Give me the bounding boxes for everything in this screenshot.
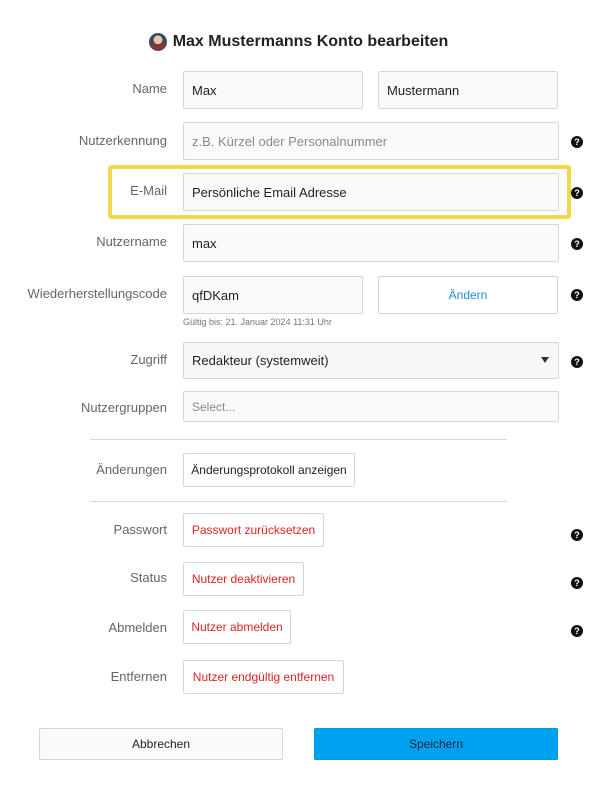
- help-icon[interactable]: ?: [571, 356, 583, 368]
- first-name-input[interactable]: Max: [183, 71, 363, 109]
- remove-user-permanently-button[interactable]: Nutzer endgültig entfernen: [183, 660, 344, 694]
- help-icon[interactable]: ?: [571, 187, 583, 199]
- zugriff-label: Zugriff: [130, 352, 167, 367]
- last-name-input[interactable]: Mustermann: [378, 71, 558, 109]
- recovery-code-valid-until: Gültig bis: 21. Januar 2024 11:31 Uhr: [183, 317, 332, 327]
- nutzergruppen-label: Nutzergruppen: [81, 400, 167, 415]
- nutzerkennung-label: Nutzerkennung: [78, 133, 167, 148]
- dialog-title: Max Mustermanns Konto bearbeiten: [0, 30, 597, 54]
- change-code-button[interactable]: Ändern: [378, 276, 558, 314]
- reset-password-button[interactable]: Passwort zurücksetzen: [183, 513, 324, 547]
- changes-label: Änderungen: [96, 462, 167, 477]
- deactivate-user-button[interactable]: Nutzer deaktivieren: [183, 562, 304, 596]
- divider: [90, 439, 507, 440]
- abmelden-label: Abmelden: [108, 620, 167, 635]
- help-icon[interactable]: ?: [571, 577, 583, 589]
- help-icon[interactable]: ?: [571, 529, 583, 541]
- zugriff-select[interactable]: Redakteur (systemweit): [183, 342, 559, 379]
- nutzername-label: Nutzername: [96, 234, 167, 249]
- help-icon[interactable]: ?: [571, 136, 583, 148]
- nutzername-input[interactable]: max: [183, 224, 559, 262]
- avatar: [148, 33, 167, 51]
- wiederherstellungscode-label: Wiederherstellungscode: [27, 286, 167, 301]
- status-label: Status: [130, 570, 167, 585]
- zugriff-selected-value: Redakteur (systemweit): [192, 353, 329, 368]
- nutzerkennung-input[interactable]: z.B. Kürzel oder Personalnummer: [183, 122, 559, 160]
- help-icon[interactable]: ?: [571, 625, 583, 637]
- entfernen-label: Entfernen: [110, 669, 167, 684]
- chevron-down-icon: [541, 357, 549, 363]
- logout-user-button[interactable]: Nutzer abmelden: [183, 610, 291, 644]
- show-change-log-button[interactable]: Änderungsprotokoll anzeigen: [183, 453, 355, 487]
- dialog-title-text: Max Mustermanns Konto bearbeiten: [172, 33, 449, 50]
- cancel-button[interactable]: Abbrechen: [39, 728, 283, 760]
- recovery-code-input[interactable]: qfDKam: [183, 276, 363, 314]
- name-label: Name: [132, 81, 167, 96]
- nutzergruppen-multiselect[interactable]: Select...: [183, 391, 559, 422]
- help-icon[interactable]: ?: [571, 238, 583, 250]
- email-label: E-Mail: [130, 183, 167, 198]
- save-button[interactable]: Speichern: [314, 728, 558, 760]
- passwort-label: Passwort: [113, 522, 167, 537]
- help-icon[interactable]: ?: [571, 289, 583, 301]
- divider: [90, 501, 507, 502]
- email-input[interactable]: Persönliche Email Adresse: [183, 173, 559, 211]
